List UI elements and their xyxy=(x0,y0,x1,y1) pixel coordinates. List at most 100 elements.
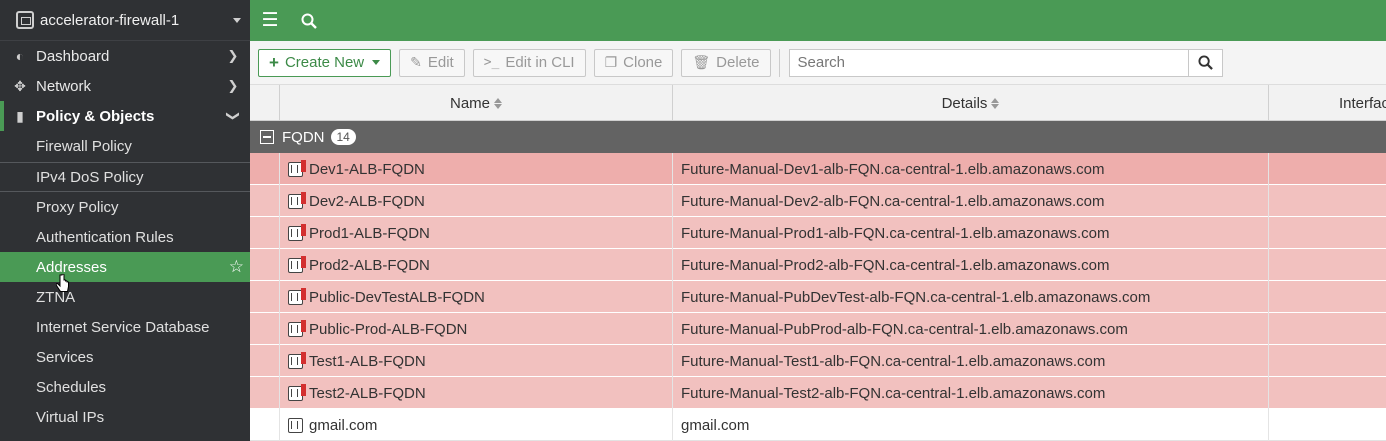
nav-item-network[interactable]: ✥ Network ❯ xyxy=(0,71,250,101)
nav-item-dashboard[interactable]: ◐ Dashboard ❯ xyxy=(0,41,250,71)
favorite-star-icon[interactable]: ☆ xyxy=(229,257,244,277)
subnav-item-label: Schedules xyxy=(36,378,107,396)
global-search-icon[interactable] xyxy=(290,0,328,41)
subnav-item-ipv4-dos-policy[interactable]: IPv4 DoS Policy xyxy=(0,162,250,192)
row-name: Test1-ALB-FQDN xyxy=(309,352,426,370)
row-select-cell[interactable] xyxy=(250,281,280,313)
table-row[interactable]: Public-DevTestALB-FQDN Future-Manual-Pub… xyxy=(250,281,1386,313)
subnav-item-firewall-policy[interactable]: Firewall Policy xyxy=(0,131,250,162)
nav-item-label: Network xyxy=(36,77,92,95)
table-row[interactable]: Prod1-ALB-FQDN Future-Manual-Prod1-alb-F… xyxy=(250,217,1386,249)
subnav-item-addresses[interactable]: Addresses ☆ xyxy=(0,252,250,282)
device-name: accelerator-firewall-1 xyxy=(40,11,180,29)
subnav-item-virtual-ips[interactable]: Virtual IPs xyxy=(0,402,250,432)
row-select-cell[interactable] xyxy=(250,217,280,249)
column-header-interfaces[interactable]: Interfac xyxy=(1269,85,1386,121)
device-icon xyxy=(16,11,34,29)
row-details: Future-Manual-Dev2-alb-FQN.ca-central-1.… xyxy=(681,192,1105,210)
table-row[interactable]: Test2-ALB-FQDN Future-Manual-Test2-alb-F… xyxy=(250,377,1386,409)
fqdn-address-warning-icon xyxy=(288,319,306,337)
dashboard-icon: ◐ xyxy=(15,48,25,64)
clone-button[interactable]: ❐ Clone xyxy=(593,48,674,77)
name-cell: Dev1-ALB-FQDN xyxy=(280,153,673,185)
subnav-item-authentication-rules[interactable]: Authentication Rules xyxy=(0,222,250,252)
clone-icon: ❐ xyxy=(604,54,618,70)
row-name: gmail.com xyxy=(309,416,378,434)
chevron-right-icon: ❯ xyxy=(227,78,239,93)
name-cell: Test2-ALB-FQDN xyxy=(280,377,673,409)
device-selector[interactable]: accelerator-firewall-1 xyxy=(0,0,250,41)
collapse-icon[interactable] xyxy=(260,130,274,144)
subnav-item-services[interactable]: Services xyxy=(0,342,250,372)
row-select-cell[interactable] xyxy=(250,409,280,441)
edit-button[interactable]: ✎ Edit xyxy=(399,48,465,77)
table-row[interactable]: Prod2-ALB-FQDN Future-Manual-Prod2-alb-F… xyxy=(250,249,1386,281)
details-cell: Future-Manual-Prod1-alb-FQN.ca-central-1… xyxy=(673,217,1269,249)
table-row[interactable]: Public-Prod-ALB-FQDN Future-Manual-PubPr… xyxy=(250,313,1386,345)
row-name: Public-DevTestALB-FQDN xyxy=(309,288,485,306)
subnav-item-label: Addresses xyxy=(36,258,107,276)
fqdn-address-warning-icon xyxy=(288,223,306,241)
subnav-item-proxy-policy[interactable]: Proxy Policy xyxy=(0,192,250,222)
group-header-fqdn[interactable]: FQDN 14 xyxy=(250,121,1386,153)
fqdn-address-warning-icon xyxy=(288,159,306,177)
name-cell: Public-Prod-ALB-FQDN xyxy=(280,313,673,345)
subnav-item-ztna[interactable]: ZTNA xyxy=(0,282,250,312)
table-row[interactable]: Test1-ALB-FQDN Future-Manual-Test1-alb-F… xyxy=(250,345,1386,377)
table-row[interactable]: Dev1-ALB-FQDN Future-Manual-Dev1-alb-FQN… xyxy=(250,153,1386,185)
row-name: Public-Prod-ALB-FQDN xyxy=(309,320,468,338)
group-label: FQDN xyxy=(282,128,325,146)
table-row[interactable]: Dev2-ALB-FQDN Future-Manual-Dev2-alb-FQN… xyxy=(250,185,1386,217)
subnav-item-internet-service-database[interactable]: Internet Service Database xyxy=(0,312,250,342)
subnav-item-label: Internet Service Database xyxy=(36,318,210,336)
edit-cli-label: Edit in CLI xyxy=(505,54,575,71)
top-bar: ☰ xyxy=(250,0,1386,41)
row-name: Dev1-ALB-FQDN xyxy=(309,160,425,178)
nav-item-policy-objects[interactable]: ▮ Policy & Objects ❯ xyxy=(0,101,250,131)
toolbar-divider xyxy=(778,48,780,77)
search-input[interactable]: Search xyxy=(788,48,1189,77)
delete-label: Delete xyxy=(716,54,760,71)
details-cell: Future-Manual-PubProd-alb-FQN.ca-central… xyxy=(673,313,1269,345)
search-icon xyxy=(1197,55,1213,70)
column-header-details[interactable]: Details xyxy=(673,85,1269,121)
row-details: Future-Manual-Prod2-alb-FQN.ca-central-1… xyxy=(681,256,1110,274)
subnav-item-schedules[interactable]: Schedules xyxy=(0,372,250,402)
fqdn-address-warning-icon xyxy=(288,287,306,305)
table-row[interactable]: gmail.com gmail.com xyxy=(250,409,1386,441)
nav-item-label: Policy & Objects xyxy=(36,107,155,125)
pencil-icon: ✎ xyxy=(410,54,422,70)
row-select-cell[interactable] xyxy=(250,313,280,345)
edit-in-cli-button[interactable]: >_ Edit in CLI xyxy=(472,48,586,77)
delete-button[interactable]: 🗑 Delete xyxy=(681,48,771,77)
hamburger-menu-icon[interactable]: ☰ xyxy=(250,0,290,41)
fqdn-address-warning-icon xyxy=(288,191,306,209)
subnav-item-label: IPv4 DoS Policy xyxy=(36,168,144,186)
sort-icon xyxy=(494,97,502,109)
details-cell: Future-Manual-Test2-alb-FQN.ca-central-1… xyxy=(673,377,1269,409)
row-select-cell[interactable] xyxy=(250,185,280,217)
name-cell: Public-DevTestALB-FQDN xyxy=(280,281,673,313)
row-select-cell[interactable] xyxy=(250,377,280,409)
subnav-item-label: Proxy Policy xyxy=(36,198,119,216)
name-cell: Prod2-ALB-FQDN xyxy=(280,249,673,281)
column-header-label: Name xyxy=(449,94,490,112)
row-details: Future-Manual-Test2-alb-FQN.ca-central-1… xyxy=(681,384,1106,402)
subnav-item-label: Firewall Policy xyxy=(36,138,132,155)
clone-label: Clone xyxy=(623,54,663,71)
chevron-right-icon: ❯ xyxy=(227,48,239,63)
row-details: Future-Manual-PubDevTest-alb-FQN.ca-cent… xyxy=(681,288,1151,306)
column-header-label: Details xyxy=(941,94,988,112)
plus-icon: + xyxy=(269,52,279,72)
create-new-button[interactable]: + Create New xyxy=(258,48,392,77)
row-details: gmail.com xyxy=(681,416,750,434)
row-select-cell[interactable] xyxy=(250,153,280,185)
interfaces-cell xyxy=(1269,409,1386,441)
subnav-item-label: Services xyxy=(36,348,94,366)
interfaces-cell xyxy=(1269,313,1386,345)
row-select-cell[interactable] xyxy=(250,345,280,377)
row-select-cell[interactable] xyxy=(250,249,280,281)
interfaces-cell xyxy=(1269,153,1386,185)
search-button[interactable] xyxy=(1188,48,1223,77)
column-header-name[interactable]: Name xyxy=(280,85,673,121)
